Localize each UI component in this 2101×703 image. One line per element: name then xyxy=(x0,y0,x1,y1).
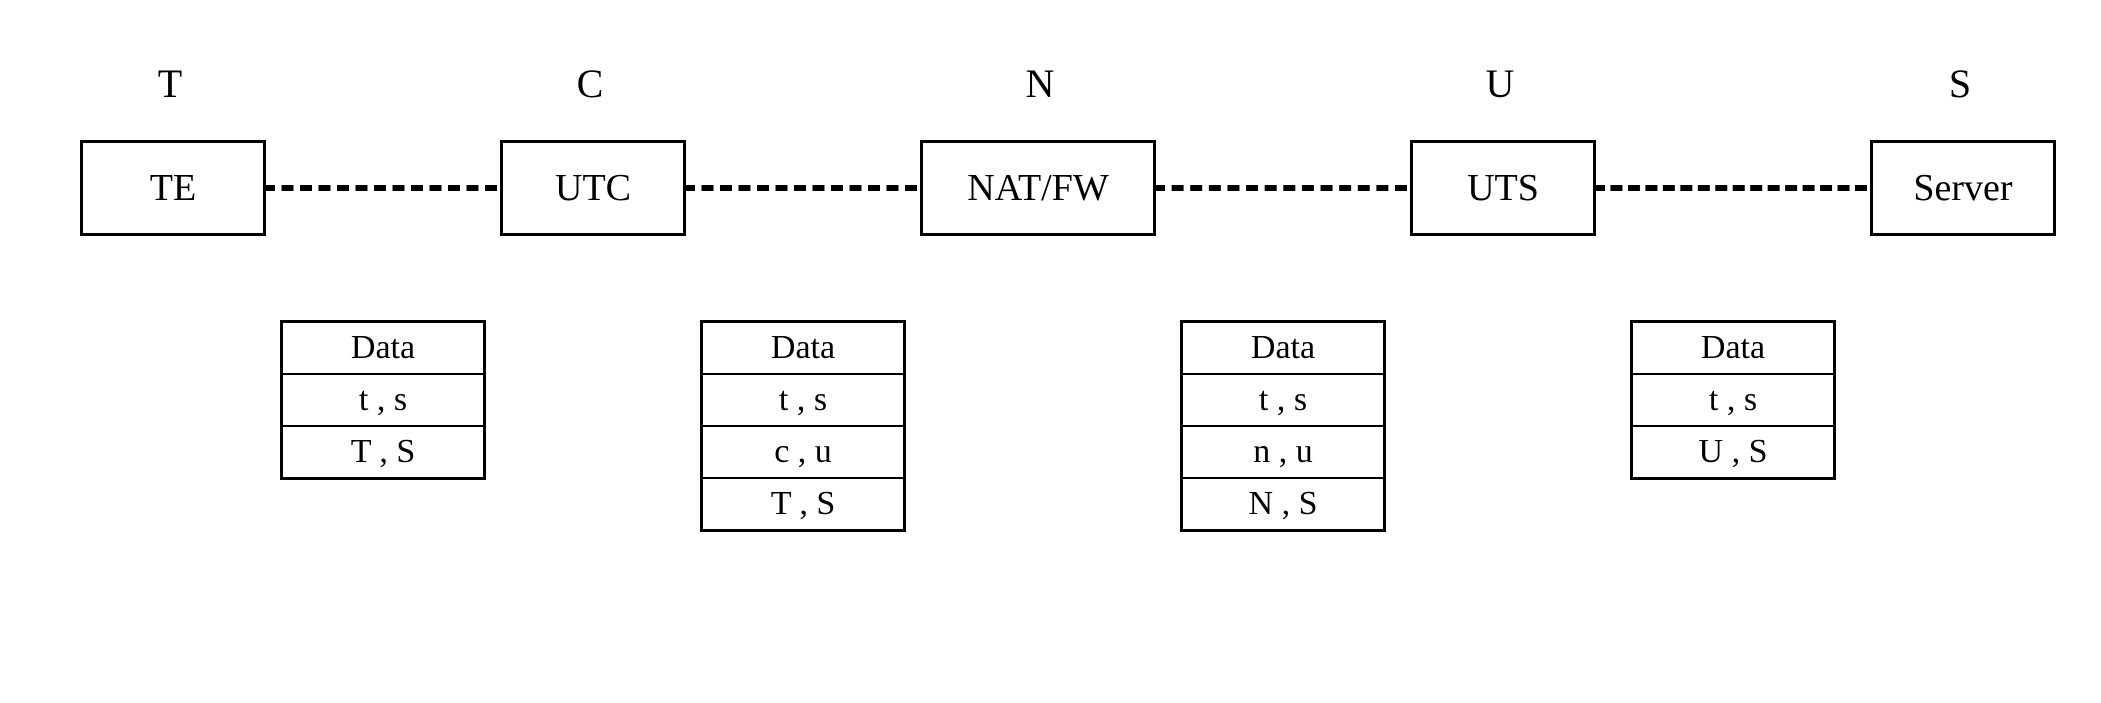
label-U: U xyxy=(1470,60,1530,107)
packet-2-data: Data xyxy=(703,323,903,375)
packet-4-data: Data xyxy=(1633,323,1833,375)
label-C: C xyxy=(560,60,620,107)
node-Server: Server xyxy=(1870,140,2056,236)
link-UTS-Server xyxy=(1593,185,1867,191)
packet-1-row2: T , S xyxy=(283,427,483,477)
packet-1-row1: t , s xyxy=(283,375,483,427)
packet-3-row2: n , u xyxy=(1183,427,1383,479)
packet-1-data: Data xyxy=(283,323,483,375)
label-T: T xyxy=(140,60,200,107)
label-N: N xyxy=(1010,60,1070,107)
packet-2: Data t , s c , u T , S xyxy=(700,320,906,532)
diagram-canvas: T C N U S TE UTC NAT/FW UTS Server Data … xyxy=(0,0,2101,703)
packet-1: Data t , s T , S xyxy=(280,320,486,480)
packet-3-row3: N , S xyxy=(1183,479,1383,529)
link-NAT-UTS xyxy=(1153,185,1407,191)
node-UTC: UTC xyxy=(500,140,686,236)
packet-2-row3: T , S xyxy=(703,479,903,529)
packet-2-row2: c , u xyxy=(703,427,903,479)
packet-4-row1: t , s xyxy=(1633,375,1833,427)
node-TE: TE xyxy=(80,140,266,236)
node-UTS: UTS xyxy=(1410,140,1596,236)
node-NAT: NAT/FW xyxy=(920,140,1156,236)
packet-4-row2: U , S xyxy=(1633,427,1833,477)
link-UTC-NAT xyxy=(683,185,917,191)
packet-2-row1: t , s xyxy=(703,375,903,427)
label-S: S xyxy=(1930,60,1990,107)
packet-3-row1: t , s xyxy=(1183,375,1383,427)
link-TE-UTC xyxy=(263,185,497,191)
packet-3: Data t , s n , u N , S xyxy=(1180,320,1386,532)
packet-4: Data t , s U , S xyxy=(1630,320,1836,480)
packet-3-data: Data xyxy=(1183,323,1383,375)
